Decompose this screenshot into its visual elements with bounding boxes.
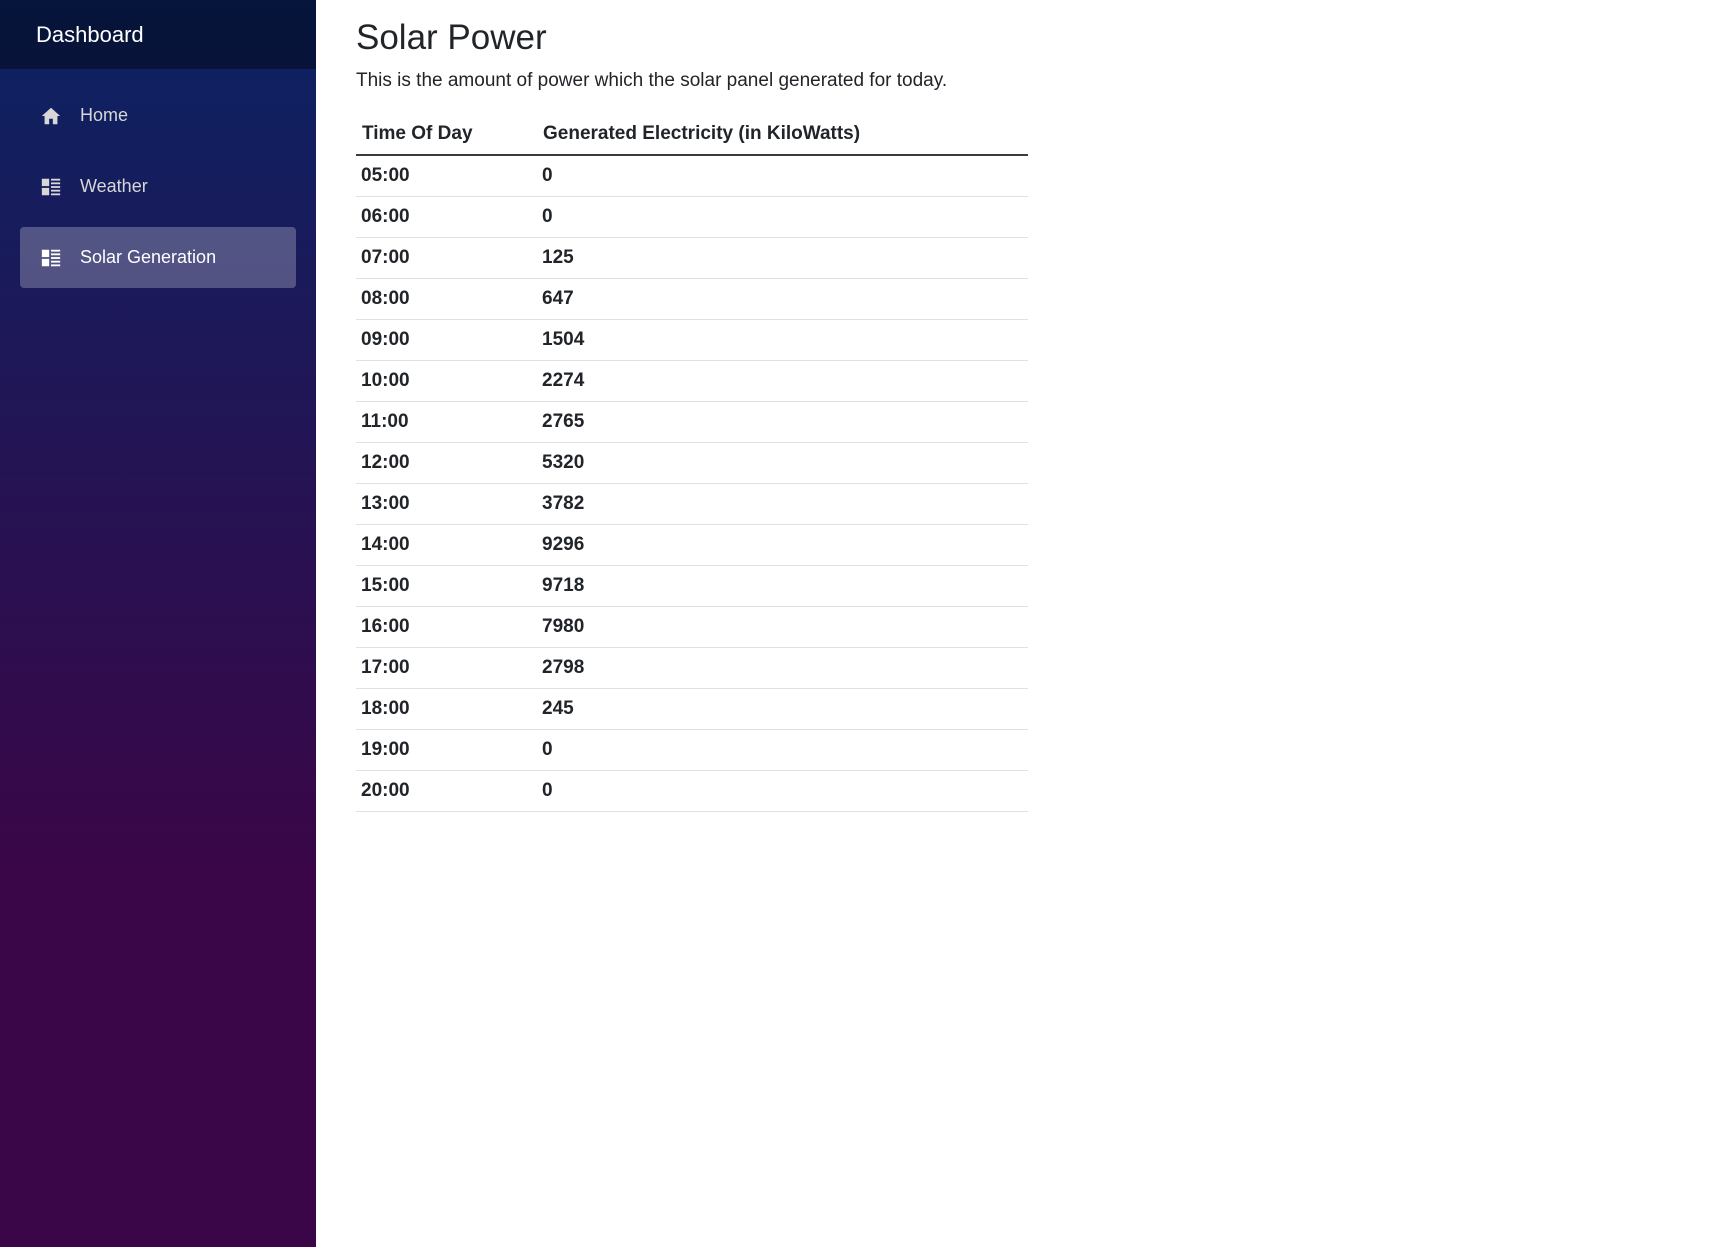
table-row: 14:00 9296: [356, 524, 1028, 566]
sidebar-item-label: Home: [80, 105, 129, 125]
electricity-cell: 0: [537, 196, 1028, 238]
table-row: 11:00 2765: [356, 401, 1028, 443]
table-row: 09:00 1504: [356, 319, 1028, 361]
time-cell: 16:00: [356, 606, 537, 648]
sidebar-item-weather[interactable]: Weather: [20, 156, 296, 217]
electricity-cell: 9296: [537, 524, 1028, 566]
electricity-cell: 245: [537, 688, 1028, 730]
list-icon: [40, 176, 62, 198]
table-row: 13:00 3782: [356, 483, 1028, 525]
table-row: 05:00 0: [356, 155, 1028, 197]
time-cell: 08:00: [356, 278, 537, 320]
time-cell: 18:00: [356, 688, 537, 730]
list-icon: [40, 247, 62, 269]
electricity-cell: 2798: [537, 647, 1028, 689]
sidebar-item-solar-generation[interactable]: Solar Generation: [20, 227, 296, 288]
column-header-electricity: Generated Electricity (in KiloWatts): [537, 114, 1028, 156]
electricity-cell: 7980: [537, 606, 1028, 648]
table-row: 12:00 5320: [356, 442, 1028, 484]
sidebar-item-label: Solar Generation: [80, 247, 217, 267]
electricity-cell: 647: [537, 278, 1028, 320]
table-row: 20:00 0: [356, 770, 1028, 812]
table-row: 17:00 2798: [356, 647, 1028, 689]
column-header-time: Time Of Day: [356, 114, 537, 156]
app-root: Dashboard Home Weather Solar Generation …: [0, 0, 1717, 1247]
electricity-cell: 9718: [537, 565, 1028, 607]
time-cell: 14:00: [356, 524, 537, 566]
time-cell: 11:00: [356, 401, 537, 443]
table-row: 07:00 125: [356, 237, 1028, 279]
time-cell: 17:00: [356, 647, 537, 689]
time-cell: 13:00: [356, 483, 537, 525]
brand-bar: Dashboard: [0, 0, 316, 69]
time-cell: 20:00: [356, 770, 537, 812]
time-cell: 15:00: [356, 565, 537, 607]
electricity-cell: 3782: [537, 483, 1028, 525]
page-intro: This is the amount of power which the so…: [356, 70, 948, 91]
home-icon: [40, 105, 62, 127]
electricity-cell: 125: [537, 237, 1028, 279]
sidebar-item-home[interactable]: Home: [20, 85, 296, 146]
electricity-cell: 1504: [537, 319, 1028, 361]
electricity-cell: 2765: [537, 401, 1028, 443]
time-cell: 06:00: [356, 196, 537, 238]
electricity-cell: 5320: [537, 442, 1028, 484]
brand-link[interactable]: Dashboard: [36, 22, 144, 48]
table-row: 08:00 647: [356, 278, 1028, 320]
sidebar-nav: Home Weather Solar Generation: [0, 69, 316, 288]
electricity-cell: 2274: [537, 360, 1028, 402]
time-cell: 07:00: [356, 237, 537, 279]
sidebar-item-label: Weather: [80, 176, 148, 196]
time-cell: 10:00: [356, 360, 537, 402]
table-row: 10:00 2274: [356, 360, 1028, 402]
time-cell: 19:00: [356, 729, 537, 771]
main-content: Solar Power This is the amount of power …: [316, 0, 1717, 1247]
table-row: 16:00 7980: [356, 606, 1028, 648]
table-header-row: Time Of Day Generated Electricity (in Ki…: [356, 114, 1028, 156]
table-row: 18:00 245: [356, 688, 1028, 730]
time-cell: 12:00: [356, 442, 537, 484]
solar-table: Time Of Day Generated Electricity (in Ki…: [356, 114, 1028, 812]
page-title: Solar Power: [356, 18, 547, 57]
time-cell: 05:00: [356, 155, 537, 197]
time-cell: 09:00: [356, 319, 537, 361]
electricity-cell: 0: [537, 770, 1028, 812]
electricity-cell: 0: [537, 155, 1028, 197]
table-row: 19:00 0: [356, 729, 1028, 771]
sidebar: Dashboard Home Weather Solar Generation: [0, 0, 316, 1247]
table-row: 06:00 0: [356, 196, 1028, 238]
table-row: 15:00 9718: [356, 565, 1028, 607]
table-body: 05:00 0 06:00 0 07:00 125 08:00 647 09:00 1504 10:…: [356, 155, 1028, 812]
electricity-cell: 0: [537, 729, 1028, 771]
